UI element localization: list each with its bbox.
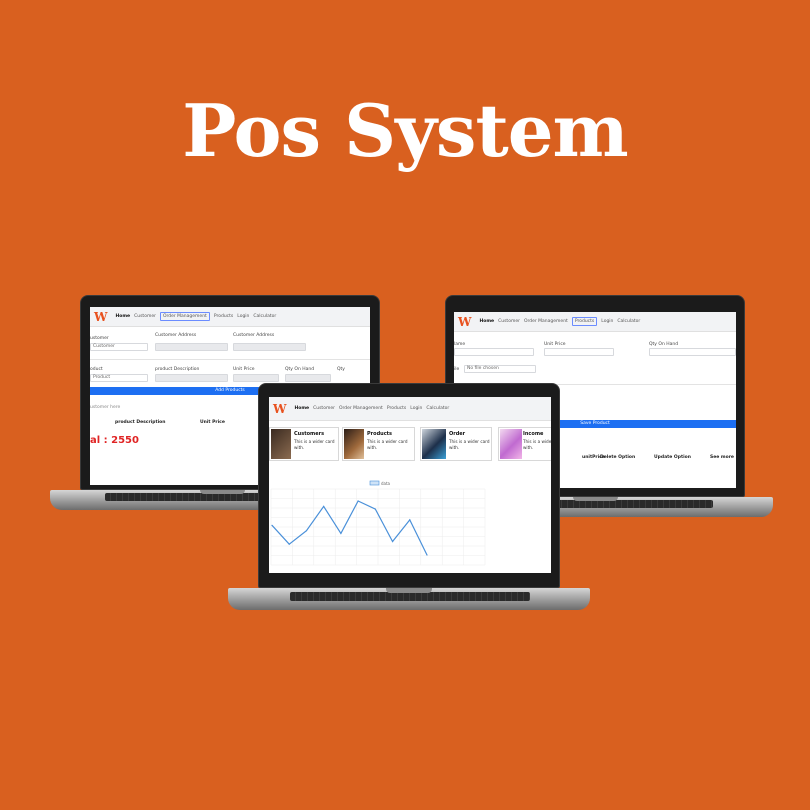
nav-products[interactable]: Products [387,406,406,411]
customer-select[interactable]: Customer [90,343,148,351]
logo: W [273,401,287,416]
data-point [305,530,308,532]
logo: W [94,309,108,324]
center-laptop: W Home Customer Order Management Product… [228,383,590,618]
col-product-description: product Description [115,420,166,425]
data-point [288,543,290,545]
file-label: ile [454,367,460,372]
card-title: Income [523,431,544,437]
center-nav: W Home Customer Order Management Product… [269,397,551,421]
qty-on-hand-input[interactable] [649,348,736,356]
customer-label: ustomer [90,336,109,341]
card-desc: This is a wider card with. [449,439,490,450]
center-screen: W Home Customer Order Management Product… [269,397,551,573]
page-title: Pos System [182,88,628,173]
nav-products[interactable]: Products [571,317,598,326]
customer-here-text: ustomer here [90,405,121,410]
products-thumbnail [344,429,364,459]
qty-on-hand-input[interactable] [285,374,331,382]
card-title: Customers [294,431,325,437]
chart-grid [270,488,486,566]
nav-login[interactable]: Login [237,314,249,319]
qty-on-hand-label: Qty On Hand [285,367,315,372]
data-point [374,508,376,510]
nav-home[interactable]: Home [479,319,494,324]
data-point [323,505,325,507]
customer-address-input[interactable] [155,343,228,351]
card-desc: This is a wider card with. [367,439,408,450]
nav-products[interactable]: Products [214,314,233,319]
left-nav: W Home Customer Order Management Product… [90,307,370,327]
customer-address-label-2: Customer Address [233,333,275,338]
income-thumbnail [500,429,522,459]
name-input[interactable] [454,348,534,356]
nav-customer[interactable]: Customer [498,319,520,324]
divider [90,359,370,360]
nav-calculator[interactable]: Calculator [253,314,276,319]
series-line [271,500,428,556]
data-point [426,554,428,556]
col-delete-option: Delete Option [600,455,636,460]
data-point [391,540,394,543]
product-label: oduct [90,367,103,372]
col-update-option: Update Option [654,455,691,460]
data-point [271,524,273,526]
qty-label: Qty [337,367,345,372]
product-select[interactable]: Product [90,374,148,382]
customers-thumbnail [271,429,291,459]
card-order[interactable]: Order This is a wider card with. [420,427,492,461]
product-description-input[interactable] [155,374,228,382]
unit-price-label: Unit Price [233,367,255,372]
card-customers[interactable]: Customers This is a wider card with. [269,427,339,461]
nav-home[interactable]: Home [115,314,130,319]
total-text: al : 2550 [90,435,139,446]
nav-login[interactable]: Login [410,406,422,411]
card-desc: This is a wider card with. [294,439,335,450]
legend-label: data [381,481,391,486]
unit-price-input[interactable] [233,374,279,382]
card-income[interactable]: Income This is a wide with. [498,427,551,461]
unit-price-label: Unit Price [544,342,566,347]
logo: W [458,314,472,329]
card-title: Order [449,431,466,437]
col-see-more: See more [710,455,734,460]
nav-home[interactable]: Home [294,406,309,411]
qty-on-hand-label: Qty On Hand [649,342,679,347]
col-unit-price: Unit Price [200,420,225,425]
product-description-label: product Description [155,367,200,372]
nav-order-management[interactable]: Order Management [524,319,568,324]
customer-address-label: Customer Address [155,333,197,338]
line-chart: data [270,480,486,566]
nav-order-management[interactable]: Order Management [159,312,210,321]
nav-customer[interactable]: Customer [134,314,156,319]
unit-price-input[interactable] [544,348,614,356]
nav-calculator[interactable]: Calculator [426,406,449,411]
data-point [409,519,411,521]
card-title: Products [367,431,393,437]
order-thumbnail [422,429,446,459]
data-point [357,500,359,502]
name-label: lame [454,342,466,347]
nav-order-management[interactable]: Order Management [339,406,383,411]
nav-login[interactable]: Login [601,319,613,324]
file-input[interactable]: No file chosen [464,365,536,373]
card-desc: This is a wide with. [523,439,551,450]
nav-calculator[interactable]: Calculator [617,319,640,324]
nav-customer[interactable]: Customer [313,406,335,411]
card-products[interactable]: Products This is a wider card with. [342,427,415,461]
customer-address-input-2[interactable] [233,343,306,351]
data-point [340,532,342,534]
chart-points [271,500,428,556]
right-nav: W Home Customer Order Management Product… [454,312,736,332]
legend-swatch [369,480,380,486]
